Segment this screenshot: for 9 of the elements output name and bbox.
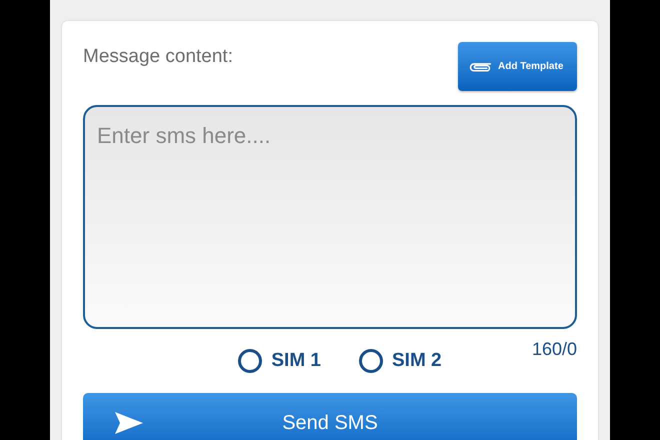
- message-input-field[interactable]: Enter sms here....: [83, 105, 577, 329]
- sim-radio-button[interactable]: SIM 1: [238, 349, 321, 373]
- send-icon: [113, 411, 145, 435]
- add-template-button[interactable]: Add Template: [458, 42, 577, 91]
- paperclip-icon: [468, 60, 492, 73]
- character-counter: 160/0: [532, 339, 577, 360]
- send-sms-button[interactable]: Send SMS: [83, 393, 577, 440]
- sim-radio-button[interactable]: SIM 2: [359, 349, 442, 373]
- field-label: Message content:: [83, 46, 233, 68]
